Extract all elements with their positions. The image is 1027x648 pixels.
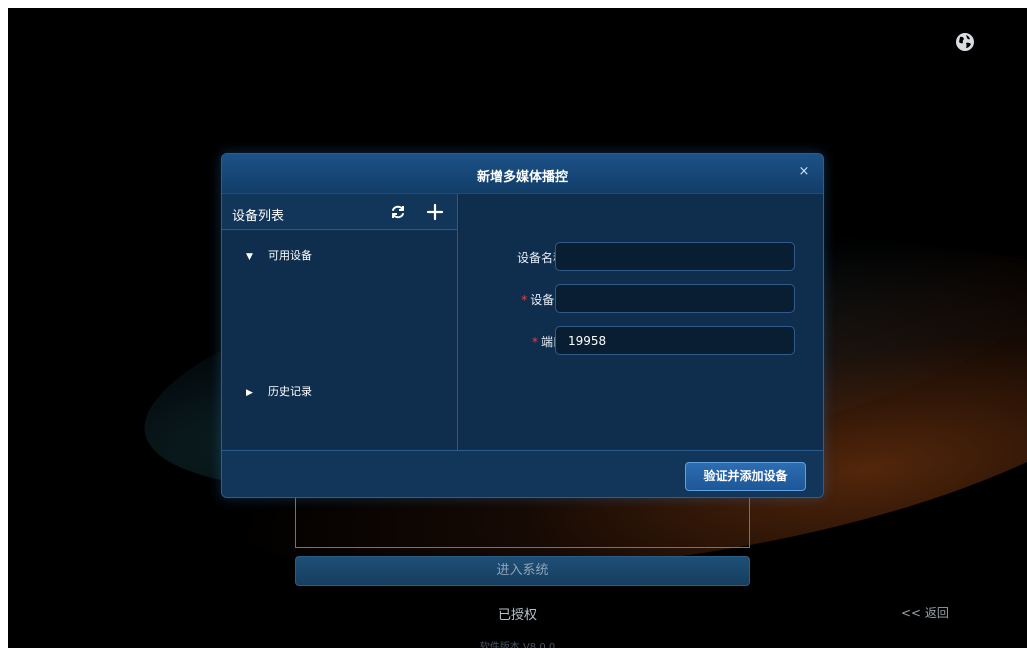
tree-node-history[interactable]: ▶ 历史记录 [246, 383, 312, 399]
enter-system-button[interactable]: 进入系统 [295, 556, 750, 586]
globe-icon[interactable] [955, 32, 975, 52]
port-input[interactable] [555, 326, 795, 355]
dialog-footer: 验证并添加设备 [222, 450, 823, 497]
tree-node-available-devices[interactable]: ▼ 可用设备 [246, 247, 312, 263]
close-icon[interactable]: × [797, 165, 811, 179]
verify-add-device-button[interactable]: 验证并添加设备 [685, 462, 806, 491]
device-name-input[interactable] [555, 242, 795, 271]
tree-node-label: 可用设备 [268, 249, 312, 262]
refresh-icon[interactable] [390, 204, 406, 220]
add-multimedia-dialog: 新增多媒体播控 × 设备列表 ▼ 可用设备 ▶ 历史记录 设备名称 * 设备IP… [221, 153, 824, 498]
dialog-header: 新增多媒体播控 × [222, 154, 823, 194]
required-mark: * [521, 293, 528, 307]
app-screen: 进入系统 已授权 软件版本 V8.0.0 << 返回 新增多媒体播控 × 设备列… [8, 8, 1027, 648]
required-mark: * [531, 335, 538, 349]
device-list-header: 设备列表 [222, 194, 457, 230]
device-list-pane: 设备列表 ▼ 可用设备 ▶ 历史记录 [222, 194, 458, 450]
caret-down-icon: ▼ [246, 252, 253, 262]
device-form-pane: 设备名称 * 设备IP * 端口 [459, 194, 823, 450]
add-icon[interactable] [426, 203, 444, 221]
caret-right-icon: ▶ [246, 388, 253, 398]
device-ip-row: * 设备IP [459, 284, 823, 314]
device-ip-input[interactable] [555, 284, 795, 313]
tree-node-label: 历史记录 [268, 385, 312, 398]
software-version: 软件版本 V8.0.0 [479, 642, 556, 648]
port-row: * 端口 [459, 326, 823, 356]
device-list-title: 设备列表 [232, 209, 285, 224]
back-link[interactable]: << 返回 [901, 604, 949, 621]
device-name-row: 设备名称 [459, 242, 823, 272]
dialog-title: 新增多媒体播控 [476, 170, 568, 185]
authorized-status: 已授权 [497, 608, 537, 623]
